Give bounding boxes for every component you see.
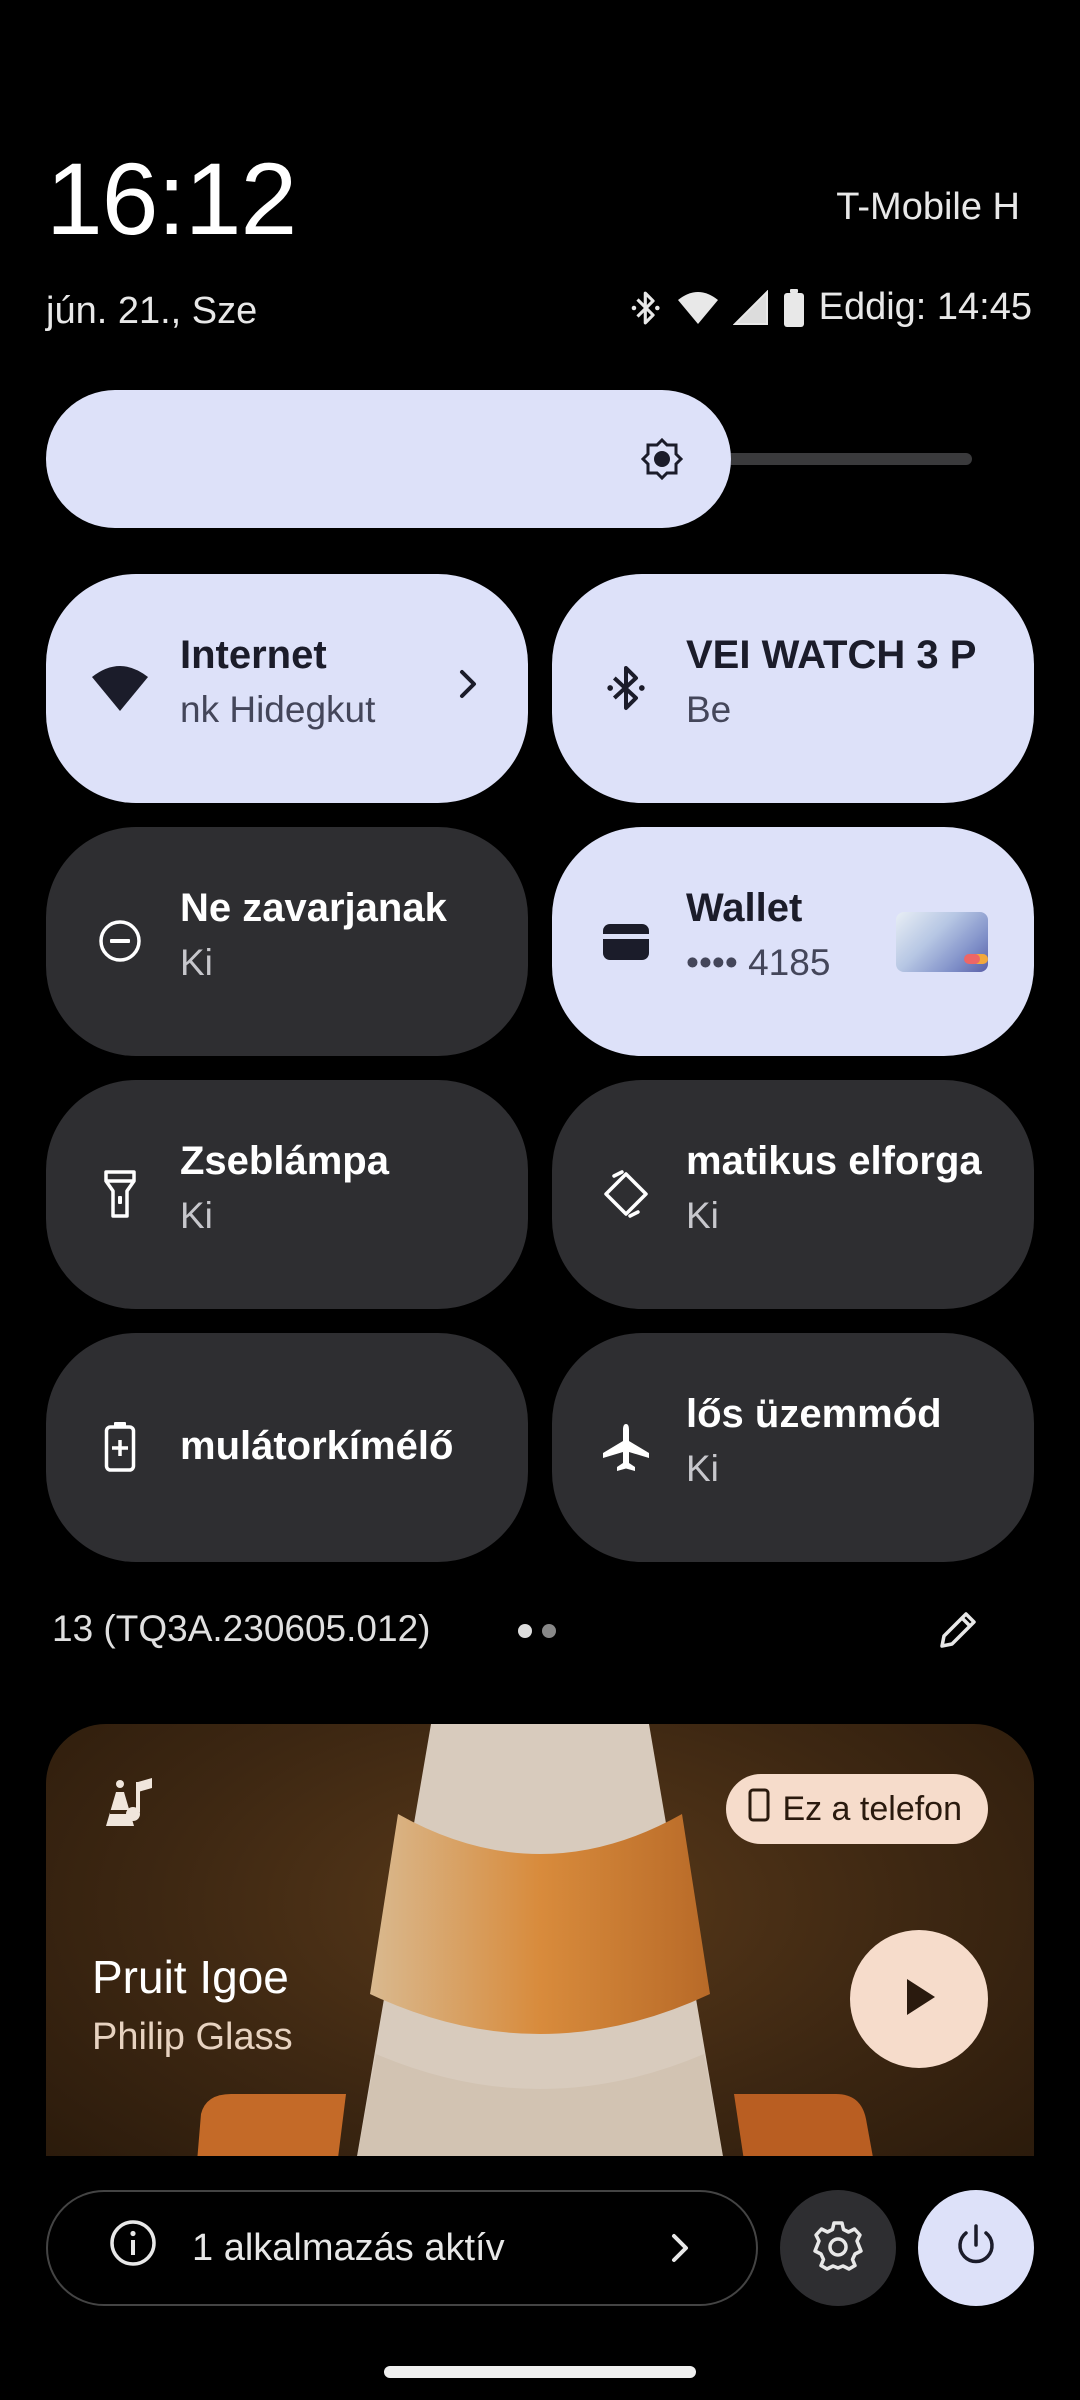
status-bar: Eddig: 14:45	[629, 286, 1032, 329]
phone-icon	[748, 1788, 770, 1831]
play-icon	[899, 1975, 939, 2024]
gear-icon	[812, 2220, 864, 2277]
chevron-right-icon[interactable]	[456, 664, 480, 709]
chevron-right-icon	[670, 2230, 690, 2276]
tile-wallet[interactable]: Wallet •••• 4185	[552, 827, 1034, 1056]
brightness-slider[interactable]	[46, 390, 972, 528]
play-button[interactable]	[850, 1930, 988, 2068]
tile-bluetooth[interactable]: VEI WATCH 3 P Be	[552, 574, 1034, 803]
tile-sublabel: Ki	[180, 942, 213, 983]
tile-label: Zseblámpa	[180, 1139, 389, 1183]
battery-icon	[783, 288, 805, 328]
tile-label: VEI WATCH 3 P	[686, 633, 977, 677]
active-apps-label: 1 alkalmazás aktív	[192, 2226, 505, 2269]
active-apps-button[interactable]: 1 alkalmazás aktív	[46, 2190, 758, 2306]
wallet-icon	[596, 911, 656, 971]
home-indicator[interactable]	[384, 2366, 696, 2378]
tile-sublabel: Ki	[180, 1195, 213, 1236]
carrier-name: T-Mobile H	[836, 186, 1020, 228]
battery-text: Eddig: 14:45	[818, 286, 1032, 328]
wifi-icon	[677, 290, 719, 326]
tile-label: mulátorkímélő	[180, 1424, 454, 1468]
tile-auto-rotate[interactable]: matikus elforga Ki	[552, 1080, 1034, 1309]
brightness-fill[interactable]	[46, 390, 732, 528]
tile-battery-saver[interactable]: mulátorkímélő	[46, 1333, 528, 1562]
tile-do-not-disturb[interactable]: Ne zavarjanak Ki	[46, 827, 528, 1056]
brightness-icon	[639, 436, 685, 487]
tile-airplane-mode[interactable]: lős üzemmód Ki	[552, 1333, 1034, 1562]
wifi-icon	[90, 658, 150, 718]
page-dot-active	[518, 1624, 532, 1638]
tile-flashlight[interactable]: Zseblámpa Ki	[46, 1080, 528, 1309]
auto-rotate-icon	[596, 1164, 656, 1224]
info-icon	[108, 2218, 158, 2278]
tile-sublabel: •••• 4185	[686, 942, 831, 983]
tile-label: Ne zavarjanak	[180, 886, 447, 930]
song-title: Pruit Igoe	[92, 1951, 289, 2003]
output-device-chip[interactable]: Ez a telefon	[726, 1774, 988, 1844]
artist-name: Philip Glass	[92, 2016, 293, 2058]
output-device-label: Ez a telefon	[782, 1789, 962, 1828]
tile-sublabel: Ki	[686, 1195, 719, 1236]
clock[interactable]: 16:12	[46, 148, 297, 250]
page-indicator	[518, 1624, 556, 1638]
bluetooth-icon	[629, 288, 663, 328]
date[interactable]: jún. 21., Sze	[46, 290, 257, 333]
settings-button[interactable]	[780, 2190, 896, 2306]
do-not-disturb-icon	[90, 911, 150, 971]
signal-icon	[732, 289, 769, 326]
airplane-icon	[596, 1417, 656, 1477]
flashlight-icon	[90, 1164, 150, 1224]
tile-sublabel: Be	[686, 689, 732, 730]
tile-label: matikus elforga	[686, 1139, 982, 1183]
page-dot	[542, 1624, 556, 1638]
build-number[interactable]: 13 (TQ3A.230605.012)	[52, 1608, 430, 1650]
tile-sublabel: Ki	[686, 1448, 719, 1489]
payment-card-image	[896, 912, 988, 972]
vlc-icon	[98, 1776, 158, 1833]
tile-label: lős üzemmód	[686, 1392, 942, 1436]
media-player-card[interactable]: Ez a telefon Pruit Igoe Philip Glass	[46, 1724, 1034, 2174]
tile-label: Internet	[180, 633, 327, 677]
tile-sublabel: nk Hidegkut	[180, 689, 376, 730]
quick-settings-grid: Internet nk Hidegkut VEI WATCH 3 P Be Ne z…	[46, 574, 1034, 1562]
tile-label: Wallet	[686, 886, 803, 930]
edit-pencil-icon[interactable]	[934, 1606, 982, 1659]
battery-saver-icon	[90, 1417, 150, 1477]
bluetooth-icon	[596, 658, 656, 718]
tile-internet[interactable]: Internet nk Hidegkut	[46, 574, 528, 803]
power-icon	[951, 2221, 1001, 2276]
power-button[interactable]	[918, 2190, 1034, 2306]
